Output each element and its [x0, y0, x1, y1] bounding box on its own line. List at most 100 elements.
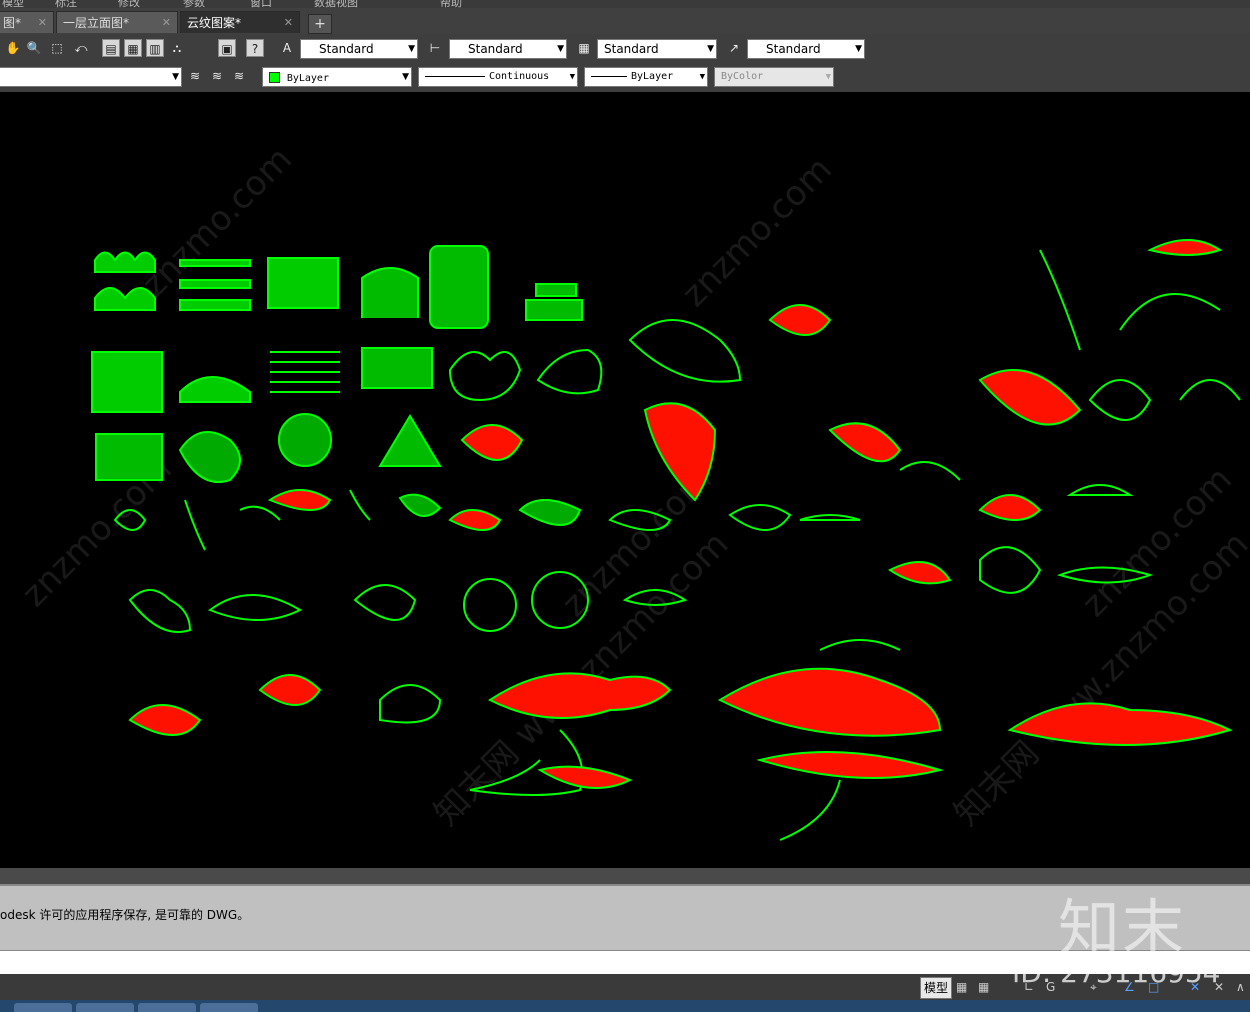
select-value: Standard: [319, 42, 374, 56]
select-value: ByLayer: [286, 73, 329, 84]
cloud-row-4: [128, 571, 688, 633]
design-center-icon[interactable]: ▦: [124, 39, 142, 57]
ornament-band-1: [179, 259, 251, 311]
cloud-red-2: [460, 424, 524, 461]
linetype-preview: [425, 75, 485, 77]
make-current-icon[interactable]: ≋: [208, 67, 226, 85]
tool-palettes-icon[interactable]: ▥: [146, 39, 164, 57]
chevron-down-icon: ▼: [172, 72, 179, 82]
table-style-select[interactable]: Standard ▼: [597, 39, 717, 59]
text-style-icon[interactable]: A: [278, 39, 296, 57]
brand-id-text: ID: 273116954: [1012, 956, 1221, 989]
cloud-pattern-drawing: [91, 239, 1241, 841]
cloud-tail-1: [1039, 249, 1081, 351]
zoom-window-icon[interactable]: ⬚: [48, 39, 66, 57]
cloud-flat-4: [728, 504, 792, 531]
ornament-panel-1: [267, 257, 339, 309]
tab-cloud-pattern[interactable]: 云纹图案* ✕: [180, 11, 300, 33]
ornament-dragon: [448, 351, 522, 402]
tab-elevation[interactable]: 一层立面图* ✕: [56, 11, 178, 33]
cloud-large-center: [717, 639, 944, 841]
cloud-spiral-2: [1088, 379, 1152, 421]
mleader-style-icon[interactable]: ↗: [725, 39, 743, 57]
cloud-flat-3: [799, 514, 861, 521]
taskbar-button[interactable]: [138, 1003, 196, 1012]
close-icon[interactable]: ✕: [38, 12, 47, 34]
drawing-canvas[interactable]: znzmo.com znzmo.com znzmo.com znzmo.com …: [0, 92, 1250, 868]
pan-icon[interactable]: ✋: [4, 39, 22, 57]
mleader-style-select[interactable]: Standard ▼: [747, 39, 865, 59]
chevron-down-icon: ▼: [408, 44, 415, 54]
ornament-fan: [179, 376, 251, 403]
cloud-red-6: [978, 494, 1042, 521]
cloud-spiral-1: [628, 319, 742, 383]
grid-icon[interactable]: ▦: [956, 980, 967, 994]
layer-select[interactable]: ▼: [0, 67, 182, 87]
document-tab-bar: 图* ✕ 一层立面图* ✕ 云纹图案* ✕ +: [0, 8, 1250, 34]
layer-previous-icon[interactable]: ≋: [230, 67, 248, 85]
cloud-row-5: [128, 674, 442, 736]
select-value: Standard: [766, 42, 821, 56]
chevron-down-icon: ▼: [855, 44, 862, 54]
close-icon[interactable]: ✕: [162, 12, 171, 34]
brand-logo: 知末: [1058, 892, 1187, 965]
calculator-icon[interactable]: ▣: [218, 39, 236, 57]
chevron-down-icon: ▼: [569, 72, 575, 82]
tab-label: 一层立面图*: [63, 16, 130, 30]
cloud-red-flame: [643, 402, 717, 502]
ornament-scale-panel: [95, 433, 163, 481]
lineweight-preview: [591, 75, 627, 77]
zoom-previous-icon[interactable]: ⤺: [72, 39, 90, 57]
plotstyle-select: ByColor ▼: [714, 67, 834, 87]
ornament-wave-1: [94, 251, 156, 311]
cloud-flat-1: [1056, 566, 1154, 584]
chevron-down-icon: ▼: [707, 44, 714, 54]
zoom-realtime-icon[interactable]: 🔍: [25, 39, 43, 57]
properties-toolbar: ▼ ≋ ≋ ≋ ByLayer ▼ Continuous ▼ ByLayer ▼…: [0, 64, 1250, 92]
ornament-mountain: [378, 414, 442, 467]
tab-label: 图*: [3, 16, 22, 30]
select-value: Standard: [604, 42, 659, 56]
sheet-set-icon[interactable]: ⛬: [168, 39, 186, 57]
standard-toolbar: ✋ 🔍 ⬚ ⤺ ▤ ▦ ▥ ⛬ ▣ ? A Standard ▼ ⊢ Stand…: [0, 34, 1250, 64]
table-style-icon[interactable]: ▦: [575, 39, 593, 57]
taskbar-button[interactable]: [76, 1003, 134, 1012]
cloud-large-left: [469, 672, 672, 796]
cloud-red-4: [978, 369, 1082, 426]
ornament-moon: [278, 413, 332, 467]
taskbar-button[interactable]: [14, 1003, 72, 1012]
ornament-cloud-b: [178, 431, 241, 483]
menu-bar: 模型 标注 修改 参数 窗口 数据视图 帮助: [0, 0, 1250, 9]
ornament-lines: [270, 351, 340, 393]
chevron-down-icon: ▼: [699, 72, 705, 82]
model-tab-button[interactable]: 模型: [920, 977, 952, 999]
layer-manager-icon[interactable]: ≋: [186, 67, 204, 85]
linetype-select[interactable]: Continuous ▼: [418, 67, 578, 87]
ornament-cloud-a: [536, 348, 603, 395]
color-swatch: [269, 72, 280, 83]
text-style-select[interactable]: Standard ▼: [300, 39, 418, 59]
dim-style-select[interactable]: Standard ▼: [449, 39, 567, 59]
ornament-panel-2: [91, 351, 163, 413]
autoscale-icon[interactable]: ∧: [1236, 980, 1245, 994]
cloud-small-row: [113, 489, 672, 551]
select-value: ByColor: [721, 71, 764, 82]
dim-style-icon[interactable]: ⊢: [426, 39, 444, 57]
ornament-arch: [361, 267, 419, 318]
select-value: Standard: [468, 42, 523, 56]
command-history-text: odesk 许可的应用程序保存, 是可靠的 DWG。: [0, 908, 250, 922]
cloud-red-3: [828, 422, 902, 463]
select-value: Continuous: [489, 71, 550, 82]
tab-label: 云纹图案*: [187, 16, 242, 30]
tab-drawing-1[interactable]: 图* ✕: [0, 11, 54, 33]
close-icon[interactable]: ✕: [284, 12, 293, 34]
cloud-scroll-2: [899, 461, 961, 481]
help-icon[interactable]: ?: [246, 39, 264, 57]
snap-icon[interactable]: ▦: [978, 980, 989, 994]
select-value: ByLayer: [631, 71, 674, 82]
properties-icon[interactable]: ▤: [102, 39, 120, 57]
new-tab-button[interactable]: +: [308, 14, 332, 34]
taskbar-button[interactable]: [200, 1003, 258, 1012]
lineweight-select[interactable]: ByLayer ▼: [584, 67, 708, 87]
color-select[interactable]: ByLayer ▼: [262, 67, 412, 87]
